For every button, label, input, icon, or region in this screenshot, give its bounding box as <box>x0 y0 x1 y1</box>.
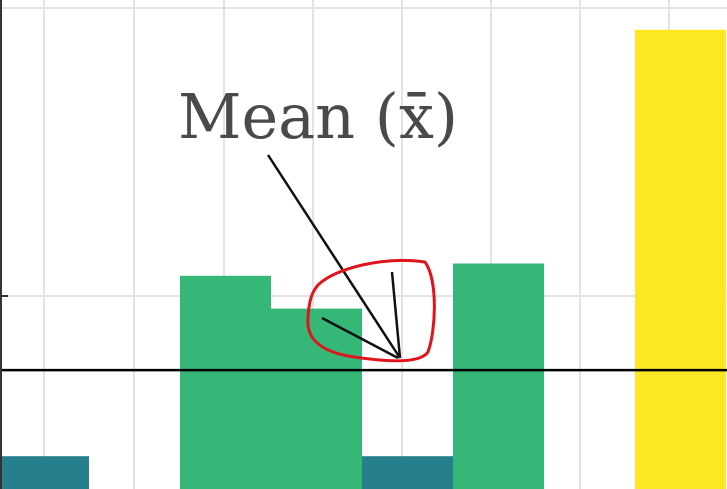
bar <box>180 275 271 489</box>
annotation-pointer-stroke <box>390 271 402 359</box>
bar <box>635 29 726 489</box>
grid <box>0 0 727 489</box>
bar <box>271 308 362 489</box>
bar <box>0 456 89 489</box>
mean-annotation: Mean (x̄) <box>178 80 458 153</box>
chart: Mean (x̄) <box>0 0 727 489</box>
bar <box>453 263 544 489</box>
bar <box>362 456 453 489</box>
